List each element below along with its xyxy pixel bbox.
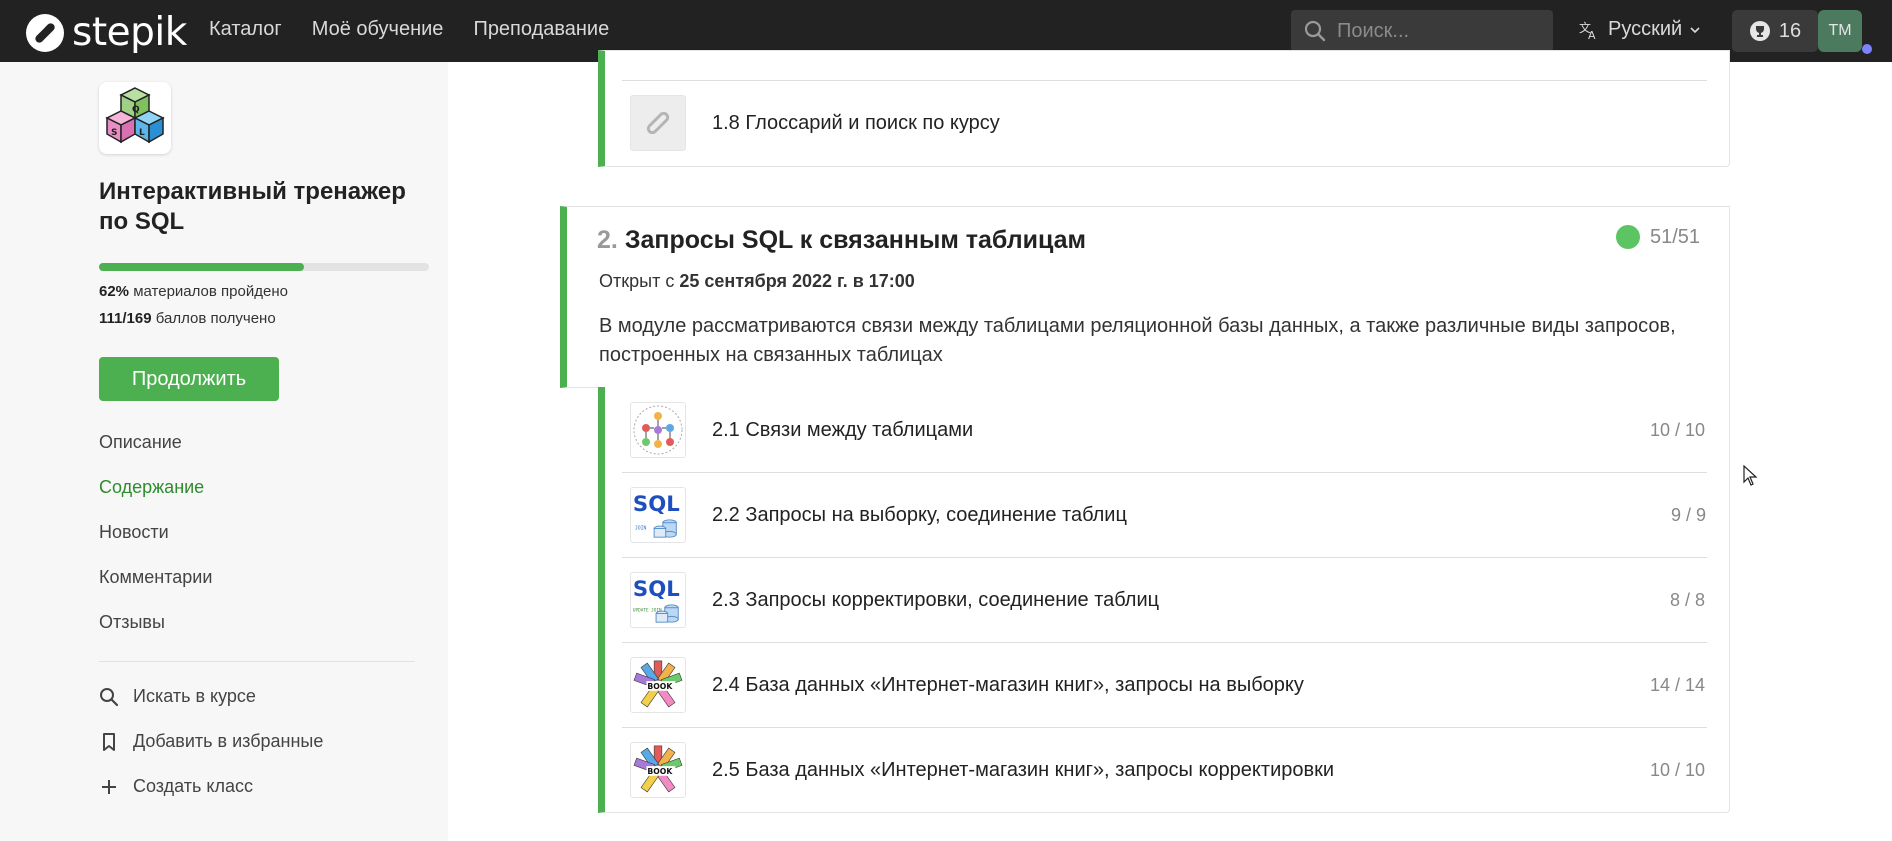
lesson-item-2-3[interactable]: SQL UPDATE JOIN 2.3 Запросы корректировк…: [630, 572, 1159, 628]
lesson-thumbnail: SQL JOIN: [630, 487, 686, 543]
sql-update-icon: SQL UPDATE JOIN: [633, 577, 680, 623]
points-value: 111/169: [99, 310, 152, 327]
lesson-divider: [622, 472, 1707, 473]
open-prefix: Открыт с: [599, 271, 675, 291]
sidebar-divider: [99, 661, 415, 662]
course-progress-fill: [99, 263, 304, 271]
sidebar-item-contents[interactable]: Содержание: [99, 477, 204, 498]
sidebar-item-comments[interactable]: Комментарии: [99, 567, 212, 588]
lesson-title: 2.3 Запросы корректировки, соединение та…: [712, 588, 1160, 611]
notification-dot: [1862, 44, 1872, 54]
nav-teaching[interactable]: Преподавание: [473, 18, 609, 41]
module-number: 2.: [597, 226, 618, 254]
lesson-item-1-8[interactable]: 1.8 Глоссарий и поиск по курсу: [630, 95, 1000, 151]
trophy-icon: [1749, 21, 1770, 41]
lesson-item-2-1[interactable]: 2.1 Связи между таблицами: [630, 402, 973, 458]
nav-catalog[interactable]: Каталог: [209, 18, 282, 41]
lesson-score: 10 / 10: [1650, 760, 1706, 780]
logo-letter-s: S: [111, 128, 117, 138]
lesson-item-2-5[interactable]: BOOK 2.5 База данных «Интернет-магазин к…: [630, 742, 1334, 798]
thumb-book-text: BOOK: [647, 682, 673, 691]
sidebar-item-reviews[interactable]: Отзывы: [99, 612, 165, 633]
thumb-book-text: BOOK: [647, 767, 673, 776]
book-icon: BOOK: [633, 660, 683, 708]
thumb-sql-text: SQL: [633, 492, 680, 517]
lesson-score: 8 / 8: [1670, 590, 1706, 610]
nav-my-learning[interactable]: Моё обучение: [312, 18, 444, 41]
points-stat: 111/169 баллов получено: [99, 310, 276, 327]
lesson-score: 14 / 14: [1650, 675, 1706, 695]
sidebar-item-description[interactable]: Описание: [99, 432, 182, 453]
stepik-logo[interactable]: stepik: [24, 10, 187, 55]
avatar[interactable]: TM: [1818, 10, 1862, 52]
search-course-label: Искать в курсе: [133, 686, 256, 706]
lesson-score: 10 / 10: [1650, 420, 1706, 440]
language-selector[interactable]: 文 A Русский: [1578, 18, 1700, 41]
create-class-label: Создать класс: [133, 776, 253, 796]
lesson-title: 1.8 Глоссарий и поиск по курсу: [712, 111, 1000, 134]
thumb-sql-text: SQL: [633, 577, 680, 602]
chevron-down-icon: [1690, 26, 1700, 33]
lesson-title: 2.2 Запросы на выборку, соединение табли…: [712, 503, 1127, 526]
course-logo: Q S L: [99, 82, 171, 154]
lesson-divider: [622, 557, 1707, 558]
materials-text: материалов пройдено: [133, 283, 288, 300]
course-title[interactable]: Интерактивный тренажер по SQL: [99, 177, 429, 237]
points-text: баллов получено: [155, 310, 276, 327]
search-course-action[interactable]: Искать в курсе: [99, 686, 256, 707]
lesson-title: 2.5 База данных «Интернет-магазин книг»,…: [712, 758, 1335, 781]
lesson-thumbnail: BOOK: [630, 657, 686, 713]
module-complete-indicator: [1616, 225, 1640, 249]
bookmark-icon: [103, 732, 115, 751]
sidebar-item-news[interactable]: Новости: [99, 522, 169, 543]
lesson-divider: [622, 642, 1707, 643]
translate-icon: 文 A: [1579, 20, 1596, 41]
search-icon: [100, 687, 119, 706]
lesson-divider: [622, 727, 1707, 728]
main-nav: Каталог Моё обучение Преподавание: [209, 18, 609, 41]
logo-letter-l: L: [139, 128, 145, 138]
book-icon: BOOK: [633, 745, 683, 793]
lesson-item-2-4[interactable]: BOOK 2.4 База данных «Интернет-магазин к…: [630, 657, 1304, 713]
course-progress-bar: [99, 263, 429, 271]
sql-cubes-icon: Q S L: [105, 87, 165, 144]
search-icon: [1304, 20, 1326, 42]
lesson-thumbnail: [630, 402, 686, 458]
module-title-text: Запросы SQL к связанным таблицам: [624, 226, 1087, 254]
module-open-date: Открыт с 25 сентября 2022 г. в 17:00: [599, 271, 915, 292]
lesson-thumbnail: [630, 95, 686, 151]
materials-stat: 62% материалов пройдено: [99, 283, 288, 300]
lesson-divider: [622, 80, 1707, 81]
points-count: 16: [1778, 19, 1802, 42]
thumb-sub-text: JOIN: [635, 525, 647, 531]
points-badge[interactable]: 16: [1732, 10, 1818, 52]
logo-text: stepik: [72, 10, 187, 55]
lesson-title: 2.1 Связи между таблицами: [712, 418, 974, 441]
create-class-action[interactable]: Создать класс: [99, 776, 253, 797]
module-description: В модуле рассматриваются связи между таб…: [599, 315, 1676, 366]
language-label: Русский: [1608, 18, 1683, 40]
continue-button[interactable]: Продолжить: [99, 357, 279, 401]
open-date: 25 сентября 2022 г. в 17:00: [679, 271, 915, 291]
lesson-thumbnail: BOOK: [630, 742, 686, 798]
lesson-item-2-2[interactable]: SQL JOIN 2.2 Запросы на выборку, соедине…: [630, 487, 1127, 543]
module-score: 51/51: [1650, 226, 1701, 248]
sql-join-icon: SQL JOIN: [633, 492, 680, 538]
module-title[interactable]: 2. Запросы SQL к связанным таблицам: [597, 226, 1086, 255]
mouse-cursor-icon: [1743, 465, 1758, 486]
stepik-logo-icon: [26, 13, 64, 52]
diagram-icon: [633, 405, 683, 455]
add-favorites-label: Добавить в избранные: [133, 731, 324, 751]
plus-icon: [102, 779, 116, 794]
lesson-title: 2.4 База данных «Интернет-магазин книг»,…: [712, 673, 1304, 696]
search-input[interactable]: [1337, 19, 1537, 43]
lesson-thumbnail: SQL UPDATE JOIN: [630, 572, 686, 628]
materials-value: 62%: [99, 283, 130, 300]
logo-letter-q: Q: [132, 105, 140, 115]
search-box[interactable]: [1291, 10, 1553, 52]
stepik-logo-icon: [646, 111, 670, 135]
svg-text:A: A: [1588, 29, 1596, 41]
lesson-score: 9 / 9: [1671, 505, 1707, 525]
add-favorites-action[interactable]: Добавить в избранные: [99, 731, 323, 752]
